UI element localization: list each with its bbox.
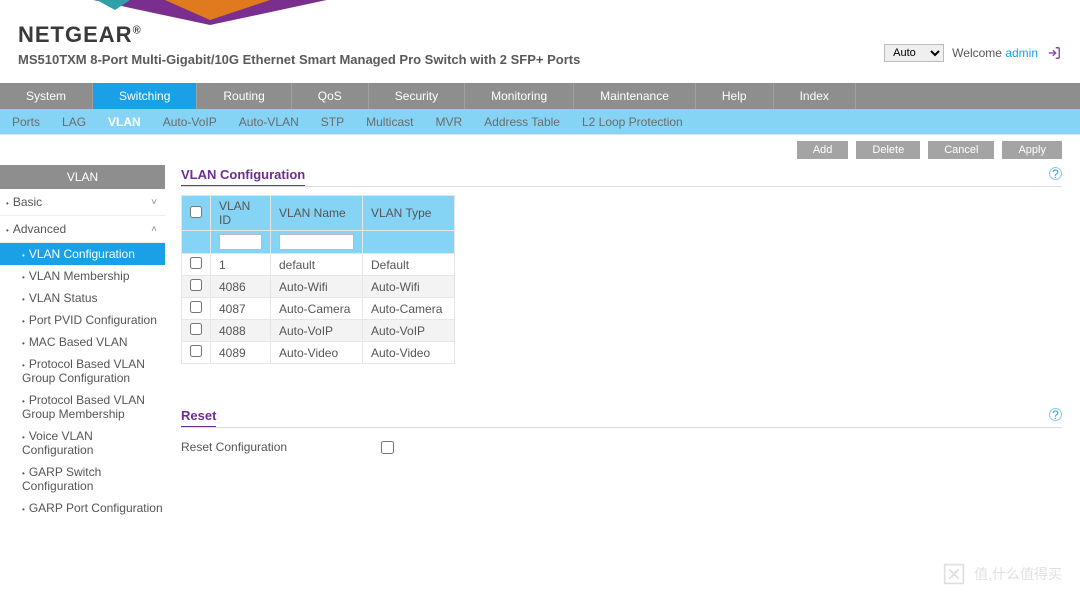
sidebar-item-protocol-based-vlan-group-configuration[interactable]: •Protocol Based VLAN Group Configuration	[0, 353, 165, 389]
main-nav-security[interactable]: Security	[369, 83, 465, 109]
sidebar-item-vlan-configuration[interactable]: •VLAN Configuration	[0, 243, 165, 265]
chevron-down-icon: ˅	[151, 197, 157, 208]
language-select[interactable]: Auto	[884, 44, 944, 62]
sidebar-item-mac-based-vlan[interactable]: •MAC Based VLAN	[0, 331, 165, 353]
cell-vlan-name: Auto-VoIP	[271, 320, 363, 342]
action-bar: Add Delete Cancel Apply	[0, 135, 1080, 165]
main-nav-maintenance[interactable]: Maintenance	[574, 83, 696, 109]
cell-vlan-type: Auto-VoIP	[363, 320, 455, 342]
cell-vlan-name: Auto-Camera	[271, 298, 363, 320]
sub-nav-address-table[interactable]: Address Table	[484, 115, 560, 129]
table-row[interactable]: 4086Auto-WifiAuto-Wifi	[182, 276, 455, 298]
apply-button[interactable]: Apply	[1002, 141, 1062, 159]
cell-vlan-type: Auto-Wifi	[363, 276, 455, 298]
sub-nav-stp[interactable]: STP	[321, 115, 344, 129]
brand-reg: ®	[133, 25, 142, 37]
watermark: 值,什么值得买	[940, 560, 1062, 588]
reset-config-checkbox[interactable]	[381, 441, 394, 454]
main-nav-index[interactable]: Index	[774, 83, 856, 109]
main-nav-help[interactable]: Help	[696, 83, 774, 109]
sub-nav-mvr[interactable]: MVR	[435, 115, 462, 129]
sidebar: VLAN •Basic˅•Advanced˄•VLAN Configuratio…	[0, 165, 165, 525]
cell-vlan-name: Auto-Video	[271, 342, 363, 364]
sub-nav: Ports LAG VLAN Auto-VoIP Auto-VLAN STP Multica…	[0, 109, 1080, 135]
row-checkbox[interactable]	[190, 345, 202, 357]
sidebar-item-voice-vlan-configuration[interactable]: •Voice VLAN Configuration	[0, 425, 165, 461]
col-vlan-id: VLAN ID	[211, 196, 271, 231]
reset-config-label: Reset Configuration	[181, 440, 381, 454]
table-row[interactable]: 4088Auto-VoIPAuto-VoIP	[182, 320, 455, 342]
sub-nav-vlan[interactable]: VLAN	[108, 115, 141, 129]
table-row[interactable]: 1defaultDefault	[182, 254, 455, 276]
cell-vlan-type: Auto-Camera	[363, 298, 455, 320]
main-nav-system[interactable]: System	[0, 83, 93, 109]
col-vlan-name: VLAN Name	[271, 196, 363, 231]
sub-nav-l2-loop-protection[interactable]: L2 Loop Protection	[582, 115, 683, 129]
sidebar-item-garp-switch-configuration[interactable]: •GARP Switch Configuration	[0, 461, 165, 497]
cell-vlan-id: 4087	[211, 298, 271, 320]
sidebar-item-port-pvid-configuration[interactable]: •Port PVID Configuration	[0, 309, 165, 331]
sidebar-item-vlan-status[interactable]: •VLAN Status	[0, 287, 165, 309]
delete-button[interactable]: Delete	[856, 141, 920, 159]
cell-vlan-type: Auto-Video	[363, 342, 455, 364]
col-vlan-type: VLAN Type	[363, 196, 455, 231]
vlan-table: VLAN ID VLAN Name VLAN Type 1defaultDefa…	[181, 195, 455, 364]
cell-vlan-name: Auto-Wifi	[271, 276, 363, 298]
main-nav-routing[interactable]: Routing	[197, 83, 291, 109]
main-nav-qos[interactable]: QoS	[292, 83, 369, 109]
row-checkbox[interactable]	[190, 257, 202, 269]
sidebar-item-protocol-based-vlan-group-membership[interactable]: •Protocol Based VLAN Group Membership	[0, 389, 165, 425]
cell-vlan-id: 4088	[211, 320, 271, 342]
sub-nav-ports[interactable]: Ports	[12, 115, 40, 129]
cell-vlan-type: Default	[363, 254, 455, 276]
panel-title-vlan-config: VLAN Configuration	[181, 167, 305, 187]
sub-nav-multicast[interactable]: Multicast	[366, 115, 413, 129]
sidebar-item-garp-port-configuration[interactable]: •GARP Port Configuration	[0, 497, 165, 519]
main-nav: SystemSwitchingRoutingQoSSecurityMonitor…	[0, 83, 1080, 109]
cell-vlan-id: 4089	[211, 342, 271, 364]
sidebar-group-basic[interactable]: •Basic˅	[0, 189, 165, 216]
panel-title-reset: Reset	[181, 408, 216, 428]
help-icon[interactable]: ?	[1049, 167, 1062, 180]
filter-vlan-name[interactable]	[279, 234, 354, 250]
row-checkbox[interactable]	[190, 323, 202, 335]
main-nav-switching[interactable]: Switching	[93, 83, 197, 109]
sidebar-group-advanced[interactable]: •Advanced˄	[0, 216, 165, 243]
cancel-button[interactable]: Cancel	[928, 141, 994, 159]
logout-icon[interactable]	[1046, 45, 1062, 61]
cell-vlan-id: 1	[211, 254, 271, 276]
select-all-checkbox[interactable]	[190, 206, 202, 218]
brand-name: NETGEAR	[18, 22, 133, 47]
sub-nav-lag[interactable]: LAG	[62, 115, 86, 129]
welcome-user: admin	[1005, 46, 1038, 60]
cell-vlan-name: default	[271, 254, 363, 276]
filter-vlan-id[interactable]	[219, 234, 262, 250]
sidebar-header: VLAN	[0, 165, 165, 189]
row-checkbox[interactable]	[190, 279, 202, 291]
row-checkbox[interactable]	[190, 301, 202, 313]
cell-vlan-id: 4086	[211, 276, 271, 298]
help-icon[interactable]: ?	[1049, 408, 1062, 421]
chevron-up-icon: ˄	[151, 224, 157, 235]
sub-nav-auto-voip[interactable]: Auto-VoIP	[163, 115, 217, 129]
sidebar-item-vlan-membership[interactable]: •VLAN Membership	[0, 265, 165, 287]
table-row[interactable]: 4089Auto-VideoAuto-Video	[182, 342, 455, 364]
table-row[interactable]: 4087Auto-CameraAuto-Camera	[182, 298, 455, 320]
main-nav-monitoring[interactable]: Monitoring	[465, 83, 574, 109]
welcome-label: Welcome admin	[952, 46, 1038, 60]
sub-nav-auto-vlan[interactable]: Auto-VLAN	[239, 115, 299, 129]
add-button[interactable]: Add	[797, 141, 849, 159]
